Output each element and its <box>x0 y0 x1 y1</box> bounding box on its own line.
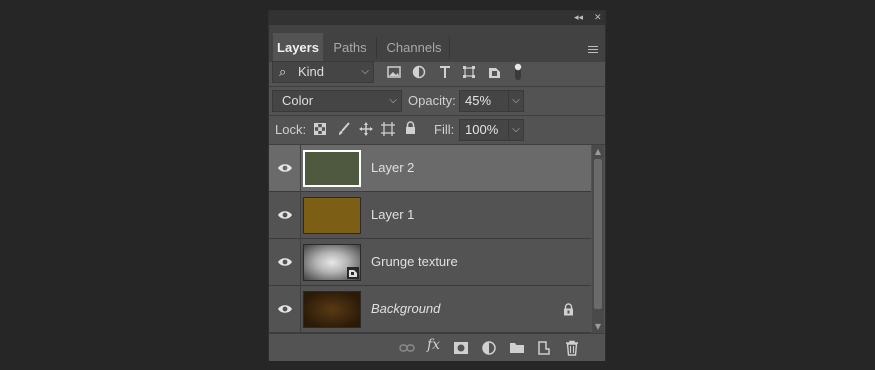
fill-input[interactable]: 100% <box>459 119 509 141</box>
column-divider <box>300 286 301 333</box>
visibility-eye-icon[interactable] <box>277 256 293 268</box>
blend-mode-value: Color <box>282 93 314 108</box>
lock-all-icon[interactable] <box>405 121 416 135</box>
panel-menu-icon[interactable] <box>588 46 598 55</box>
visibility-eye-icon[interactable] <box>277 303 293 315</box>
layer-name[interactable]: Background <box>371 301 440 316</box>
chevron-down-icon: ⌵ <box>389 95 397 106</box>
lock-position-icon[interactable] <box>359 122 373 136</box>
link-layers-icon[interactable] <box>399 340 415 356</box>
column-divider <box>300 192 301 239</box>
fx-icon[interactable]: fx <box>427 337 440 353</box>
layers-panel: ◂◂ ✕ Layers Paths Channels ⌕ Kind ⌵ Colo… <box>268 10 606 361</box>
opacity-label: Opacity: <box>408 93 456 108</box>
fill-slider-toggle[interactable]: ⌵ <box>508 119 524 141</box>
filter-kind-value: Kind <box>298 64 325 79</box>
layer-row[interactable]: Grunge texture <box>269 239 591 286</box>
scrollbar-thumb[interactable] <box>594 159 602 309</box>
shape-filter-icon[interactable] <box>462 65 476 79</box>
tab-paths[interactable]: Paths <box>327 33 373 62</box>
tab-divider <box>449 37 450 59</box>
visibility-eye-icon[interactable] <box>277 209 293 221</box>
panel-titlebar: ◂◂ ✕ <box>269 11 605 25</box>
tab-divider <box>376 37 377 59</box>
chevron-down-icon: ⌵ <box>361 66 369 77</box>
column-divider <box>300 145 301 192</box>
opacity-slider-toggle[interactable]: ⌵ <box>508 90 524 112</box>
lock-artboard-icon[interactable] <box>381 122 395 136</box>
new-layer-icon[interactable] <box>536 340 552 356</box>
divider <box>269 86 605 87</box>
layer-mask-icon[interactable] <box>453 340 469 356</box>
adjustment-layer-icon[interactable] <box>481 340 497 356</box>
lock-transparent-icon[interactable] <box>314 123 326 135</box>
group-folder-icon[interactable] <box>509 340 525 356</box>
smart-object-filter-icon[interactable] <box>488 65 501 79</box>
layer-row[interactable]: Background <box>269 286 591 333</box>
type-filter-icon[interactable] <box>439 65 451 79</box>
image-filter-icon[interactable] <box>387 66 401 78</box>
layer-name[interactable]: Layer 2 <box>371 160 414 175</box>
adjustment-filter-icon[interactable] <box>412 65 426 79</box>
lock-image-icon[interactable] <box>337 122 351 136</box>
scroll-down-icon[interactable]: ▼ <box>592 322 604 331</box>
filter-kind-dropdown[interactable]: ⌕ Kind ⌵ <box>272 61 374 83</box>
tab-channels[interactable]: Channels <box>381 33 447 62</box>
filter-toggle-icon[interactable] <box>514 62 522 82</box>
visibility-eye-icon[interactable] <box>277 162 293 174</box>
layer-row[interactable]: Layer 1 <box>269 192 591 239</box>
smart-object-badge-icon <box>347 267 359 279</box>
close-panel-icon[interactable]: ✕ <box>594 11 602 25</box>
layer-lock-icon[interactable] <box>563 303 574 316</box>
column-divider <box>300 239 301 286</box>
layers-bottom-toolbar: fx <box>269 333 605 361</box>
scroll-up-icon[interactable]: ▲ <box>592 147 604 156</box>
layer-thumbnail[interactable] <box>303 150 361 187</box>
blend-mode-dropdown[interactable]: Color ⌵ <box>272 90 402 112</box>
opacity-input[interactable]: 45% <box>459 90 509 112</box>
tab-layers[interactable]: Layers <box>273 33 323 62</box>
layer-name[interactable]: Grunge texture <box>371 254 458 269</box>
divider <box>269 115 605 116</box>
collapse-panel-icon[interactable]: ◂◂ <box>574 11 583 25</box>
layer-thumbnail[interactable] <box>303 291 361 328</box>
layer-thumbnail[interactable] <box>303 197 361 234</box>
layer-thumbnail[interactable] <box>303 244 361 281</box>
trash-icon[interactable] <box>564 340 580 356</box>
lock-label: Lock: <box>275 122 307 137</box>
fill-label: Fill: <box>434 122 455 137</box>
layer-row[interactable]: Layer 2 <box>269 145 591 192</box>
layer-name[interactable]: Layer 1 <box>371 207 414 222</box>
search-icon: ⌕ <box>279 64 287 79</box>
layers-scrollbar[interactable]: ▲ ▼ <box>592 145 604 333</box>
layers-list: Layer 2 Layer 1 Grunge texture Backgroun… <box>269 145 591 333</box>
panel-tabs: Layers Paths Channels <box>269 25 605 62</box>
